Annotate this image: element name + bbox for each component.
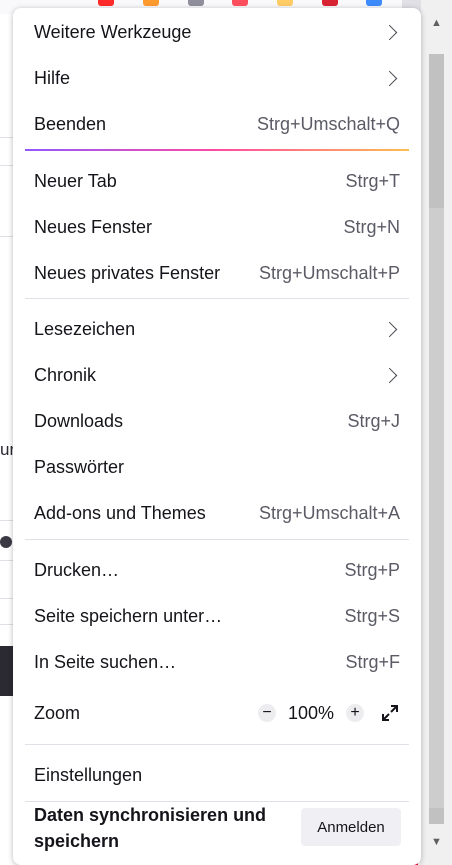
menu-item-label: Add-ons und Themes (34, 502, 206, 523)
menu-item-new-private-window[interactable]: Neues privates Fenster Strg+Umschalt+P (21, 253, 413, 293)
shortcut-label: Strg+S (344, 605, 400, 626)
shortcut-label: Strg+J (347, 410, 400, 431)
zoom-in-button[interactable]: + (346, 704, 364, 722)
menu-item-passwords[interactable]: Passwörter (21, 447, 413, 487)
menu-item-label: Neues Fenster (34, 216, 153, 237)
menu-item-find-in-page[interactable]: In Seite suchen… Strg+F (21, 642, 413, 682)
menu-item-label: Seite speichern unter… (34, 605, 223, 626)
menu-separator (25, 539, 409, 540)
menu-item-help[interactable]: Hilfe (21, 58, 413, 98)
toolbar-icon[interactable] (98, 0, 114, 6)
page-dark-block (0, 646, 14, 696)
zoom-out-button[interactable]: − (258, 704, 276, 722)
shortcut-label: Strg+P (344, 559, 400, 580)
menu-item-addons-themes[interactable]: Add-ons und Themes Strg+Umschalt+A (21, 493, 413, 533)
sign-in-button[interactable]: Anmelden (301, 808, 401, 846)
page-scrollbar[interactable]: ▲ ▼ (421, 0, 452, 865)
shortcut-label: Strg+F (345, 651, 400, 672)
page-divider (0, 560, 14, 561)
shortcut-label: Strg+Umschalt+P (258, 262, 400, 283)
menu-item-label: Hilfe (34, 67, 71, 88)
menu-item-new-window[interactable]: Neues Fenster Strg+N (21, 207, 413, 247)
menu-item-quit[interactable]: Beenden Strg+Umschalt+Q (21, 104, 413, 144)
menu-item-label: Passwörter (34, 456, 125, 477)
menu-separator (25, 298, 409, 299)
menu-item-history[interactable]: Chronik (21, 355, 413, 395)
app-menu-panel: Weitere Werkzeuge Hilfe Beenden Strg+Ums… (13, 8, 421, 865)
page-divider (0, 165, 14, 166)
shortcut-label: Strg+N (343, 216, 400, 237)
scroll-up-arrow-icon[interactable]: ▲ (421, 14, 452, 32)
toolbar-icon[interactable] (322, 0, 338, 6)
menu-item-label: Chronik (34, 364, 97, 385)
menu-item-new-tab[interactable]: Neuer Tab Strg+T (21, 161, 413, 201)
sync-label: Daten synchronisieren und speichern (34, 805, 267, 851)
page-divider (0, 520, 14, 521)
zoom-reset-button[interactable]: 100% (276, 703, 346, 724)
globe-icon (0, 536, 12, 548)
menu-item-label: Drucken… (34, 559, 120, 580)
page-divider (0, 624, 14, 625)
toolbar-icon[interactable] (143, 0, 159, 6)
shortcut-label: Strg+Umschalt+A (258, 502, 400, 523)
menu-item-label: Weitere Werkzeuge (34, 21, 192, 42)
menu-item-more-tools[interactable]: Weitere Werkzeuge (21, 12, 413, 52)
scrollbar-thumb[interactable] (429, 208, 444, 808)
fullscreen-icon[interactable] (380, 703, 400, 723)
menu-item-label: Neuer Tab (34, 170, 117, 191)
toolbar-icon[interactable] (232, 0, 248, 6)
scroll-down-arrow-icon[interactable]: ▼ (421, 833, 452, 851)
menu-item-label: Neues privates Fenster (34, 262, 221, 283)
chevron-right-icon (381, 70, 398, 86)
toolbar-icon[interactable] (188, 0, 204, 6)
menu-item-settings[interactable]: Einstellungen (21, 755, 413, 795)
toolbar-icon[interactable] (277, 0, 293, 6)
page-divider (0, 598, 14, 599)
menu-item-label: Beenden (34, 113, 107, 134)
menu-item-save-page-as[interactable]: Seite speichern unter… Strg+S (21, 596, 413, 636)
toolbar-icon[interactable] (366, 0, 382, 6)
menu-item-print[interactable]: Drucken… Strg+P (21, 550, 413, 590)
menu-item-label: Downloads (34, 410, 124, 431)
shortcut-label: Strg+Umschalt+Q (256, 113, 400, 134)
chevron-right-icon (381, 24, 398, 40)
accent-separator (25, 149, 409, 151)
zoom-controls: − 100% + (258, 703, 400, 724)
menu-item-zoom: Zoom − 100% + (21, 693, 413, 733)
zoom-label: Zoom (34, 702, 81, 723)
shortcut-label: Strg+T (345, 170, 400, 191)
menu-item-label: Lesezeichen (34, 318, 136, 339)
page-divider (0, 236, 14, 237)
menu-item-label: Einstellungen (34, 764, 143, 785)
menu-item-label: In Seite suchen… (34, 651, 177, 672)
menu-item-downloads[interactable]: Downloads Strg+J (21, 401, 413, 441)
menu-separator (25, 744, 409, 745)
page-divider (0, 137, 14, 138)
menu-item-bookmarks[interactable]: Lesezeichen (21, 309, 413, 349)
chevron-right-icon (381, 367, 398, 383)
chevron-right-icon (381, 321, 398, 337)
